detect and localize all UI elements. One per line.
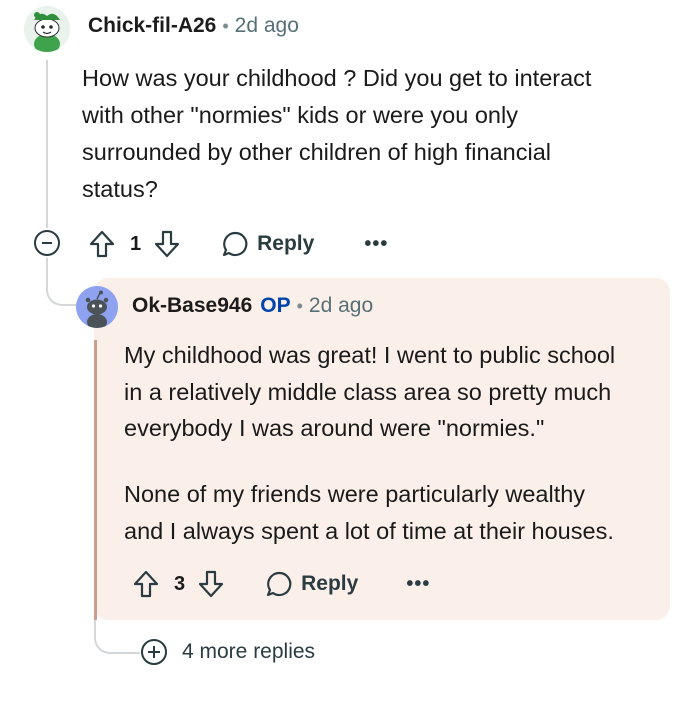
commenter-avatar[interactable] (24, 6, 70, 52)
separator-dot: • (222, 15, 229, 36)
reply-body-line: everybody I was around were "normies." (124, 415, 545, 441)
reply-score: 3 (174, 572, 186, 595)
reply-label: Reply (301, 572, 359, 595)
snoo-green-icon (24, 6, 70, 52)
downvote-icon[interactable] (197, 569, 225, 599)
reply-body-paragraph-2: None of my friends were particularly wea… (124, 476, 684, 549)
upvote-icon[interactable] (132, 569, 160, 599)
comment-body-line: How was your childhood ? Did you get to … (82, 65, 592, 91)
reply-avatar[interactable] (76, 286, 118, 328)
comment-time: 2d ago (234, 14, 299, 37)
more-replies-label: 4 more replies (182, 640, 316, 663)
expand-plus-icon (141, 639, 167, 665)
reply-label: Reply (257, 232, 315, 255)
reply-actions: 3 Reply ••• (132, 568, 430, 600)
thread-branch-more (94, 620, 144, 654)
upvote-icon[interactable] (88, 229, 116, 259)
reply-highlight-bar (94, 340, 97, 620)
reply-body-line: and I always spent a lot of time at thei… (124, 517, 614, 544)
reply-time: 2d ago (308, 294, 374, 317)
comment-body: How was your childhood ? Did you get to … (82, 60, 682, 208)
more-options-button[interactable]: ••• (406, 573, 430, 596)
comment-header: Chick-fil-A26 • 2d ago (88, 14, 299, 38)
reply-button[interactable]: Reply (265, 570, 358, 598)
reply-body-paragraph-1: My childhood was great! I went to public… (124, 337, 684, 447)
snoo-blue-icon (76, 286, 118, 328)
comment-bubble-icon (267, 571, 292, 597)
comment-body-line: surrounded by other children of high fin… (82, 139, 551, 165)
collapse-icon (42, 242, 52, 244)
reply-body-line: in a relatively middle class area so pre… (124, 378, 612, 405)
op-badge: OP (260, 294, 291, 317)
more-options-button[interactable]: ••• (364, 233, 388, 256)
reply-button[interactable]: Reply (221, 230, 314, 258)
reply-body-line: None of my friends were particularly wea… (124, 481, 586, 507)
reply-author[interactable]: Ok-Base946 (132, 294, 252, 318)
separator-dot: • (296, 295, 303, 316)
reply-header: Ok-Base946 OP • 2d ago (132, 294, 373, 318)
comment-author[interactable]: Chick-fil-A26 (88, 14, 216, 38)
comment-body-line: with other "normies" kids or were you on… (82, 102, 518, 128)
more-replies-button[interactable]: 4 more replies (140, 638, 316, 666)
collapse-button[interactable] (34, 230, 60, 256)
reply-body-line: My childhood was great! I went to public… (124, 342, 616, 368)
comment-bubble-icon (223, 231, 248, 257)
comment-body-line: status? (82, 176, 158, 202)
downvote-icon[interactable] (153, 229, 181, 259)
thread-line-main (46, 60, 48, 228)
comment-actions: 1 Reply ••• (88, 228, 388, 260)
comment-score: 1 (130, 232, 142, 255)
